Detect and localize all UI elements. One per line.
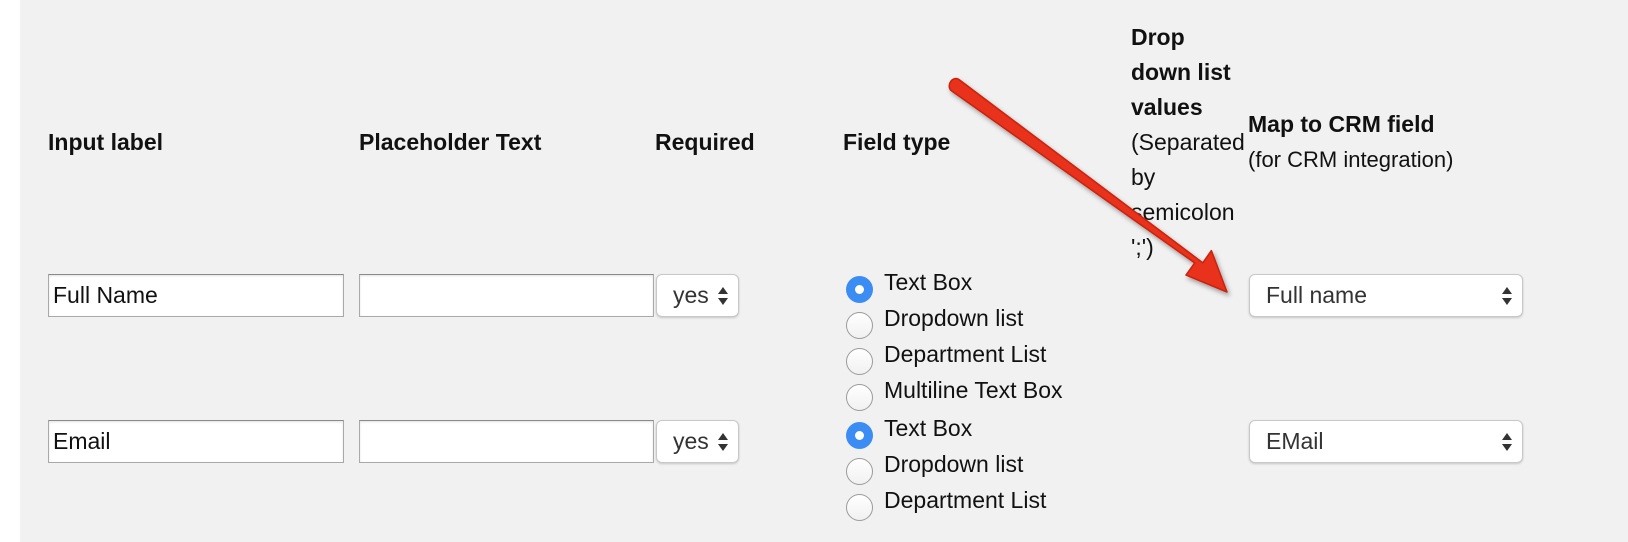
field-type-radio-group: Text Box Dropdown list Department List: [846, 410, 1146, 542]
radio-button[interactable]: [846, 494, 873, 521]
radio-button-checked[interactable]: [846, 422, 873, 449]
updown-chevron-icon: [718, 287, 728, 305]
radio-option-label: Dropdown list: [884, 305, 1024, 331]
radio-option-label: Department List: [884, 341, 1047, 367]
radio-button[interactable]: [846, 458, 873, 485]
header-dropdown-values-note: by: [1131, 164, 1156, 190]
header-dropdown-values-note: ';'): [1131, 234, 1154, 260]
header-field-type: Field type: [843, 129, 951, 155]
updown-chevron-icon: [1502, 433, 1512, 451]
header-crm-title: Map to CRM field: [1248, 111, 1435, 137]
radio-option-label: Text Box: [884, 269, 973, 295]
header-dropdown-list-values: Drop down list values (Separated by semi…: [1131, 20, 1245, 265]
required-select-value: yes: [673, 282, 709, 308]
header-required: Required: [655, 129, 755, 155]
placeholder-text-field[interactable]: [359, 274, 654, 317]
header-dropdown-values-line: Drop: [1131, 24, 1185, 50]
header-crm-subtitle: (for CRM integration): [1248, 147, 1454, 172]
crm-field-select-value: Full name: [1266, 282, 1367, 308]
required-select[interactable]: yes: [656, 274, 739, 317]
radio-button[interactable]: [846, 312, 873, 339]
header-dropdown-values-note: semicolon: [1131, 199, 1235, 225]
required-select-value: yes: [673, 428, 709, 454]
input-label-field-full-name[interactable]: [48, 274, 344, 317]
crm-field-select-value: EMail: [1266, 428, 1324, 454]
header-input-label: Input label: [48, 129, 163, 155]
required-select[interactable]: yes: [656, 420, 739, 463]
radio-option-label: Dropdown list: [884, 451, 1024, 477]
radio-button-checked[interactable]: [846, 276, 873, 303]
header-placeholder-text: Placeholder Text: [359, 129, 542, 155]
placeholder-text-field[interactable]: [359, 420, 654, 463]
radio-button[interactable]: [846, 384, 873, 411]
input-label-field-email[interactable]: [48, 420, 344, 463]
header-dropdown-values-line: down list: [1131, 59, 1231, 85]
header-map-to-crm: Map to CRM field (for CRM integration): [1248, 106, 1453, 178]
radio-option-label: Text Box: [884, 415, 973, 441]
radio-option-label: Multiline Text Box: [884, 377, 1063, 403]
header-dropdown-values-line: values: [1131, 94, 1203, 120]
updown-chevron-icon: [1502, 287, 1512, 305]
updown-chevron-icon: [718, 433, 728, 451]
crm-field-select-full-name[interactable]: Full name: [1249, 274, 1523, 317]
crm-field-select-email[interactable]: EMail: [1249, 420, 1523, 463]
radio-option-label: Department List: [884, 487, 1047, 513]
radio-button[interactable]: [846, 348, 873, 375]
field-type-radio-group: Text Box Dropdown list Department List M…: [846, 264, 1146, 414]
header-dropdown-values-note: (Separated: [1131, 129, 1245, 155]
